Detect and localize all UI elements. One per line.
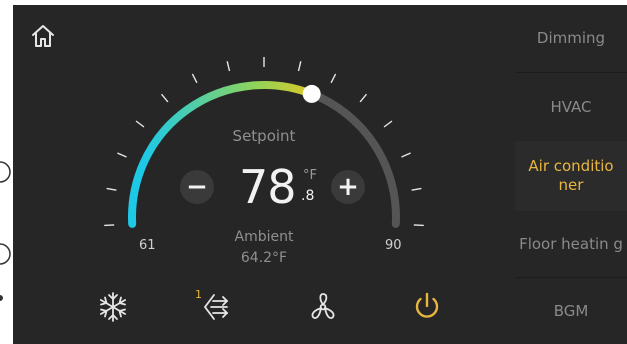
fan-speed-icon [203,294,229,320]
fan-mode-button[interactable] [305,289,341,325]
sidebar-item-label: BGM [553,301,589,320]
gauge-tick [160,93,169,103]
sidebar-item-dimming[interactable]: Dimming [515,5,627,72]
gauge-min-label: 61 [139,238,156,253]
gauge-max-label: 90 [385,238,402,253]
gauge-tick [117,152,127,158]
gauge-tick [401,152,411,158]
setpoint-decimal: .8 [301,188,315,204]
temperature-unit: °F [303,168,317,183]
power-button[interactable] [409,289,445,325]
setpoint-value: 78 °F .8 [239,157,329,217]
gauge-tick [191,73,198,84]
thermostat-panel: Setpoint − 78 °F .8 + Ambient 64.2°F 61 … [13,5,515,344]
sidebar-item-bgm[interactable]: BGM [515,278,627,344]
left-edge-partial-dot [0,292,12,304]
left-edge-partial-control [0,160,12,184]
sidebar-item-label: HVAC [550,97,592,116]
sidebar-item-label: Floor heatin g [519,234,623,253]
snowflake-icon [100,292,127,322]
setpoint-label: Setpoint [232,127,296,145]
sidebar-item-label: Dimming [536,29,606,47]
mode-button[interactable] [95,289,131,325]
decrease-button[interactable]: − [180,170,214,204]
setpoint-knob[interactable] [302,84,321,103]
gauge-tick [226,61,231,72]
plus-icon: + [337,172,359,202]
increase-button[interactable]: + [331,170,365,204]
gauge-tick [411,187,422,191]
gauge-tick [104,224,115,227]
gauge-tick [413,224,424,227]
sidebar-item-air-conditioner[interactable]: Air conditio ner [515,141,627,211]
sidebar: Dimming HVAC Air conditio ner Floor heat… [515,5,627,344]
fan-icon [311,293,335,320]
minus-icon: − [186,172,208,202]
ambient-label: Ambient [234,229,294,245]
sidebar-item-floor-heating[interactable]: Floor heatin g [515,211,627,277]
sidebar-item-hvac[interactable]: HVAC [515,73,627,141]
power-icon [415,292,439,318]
sidebar-item-label: Air conditio ner [528,157,614,194]
fan-speed-button[interactable] [199,289,235,325]
ambient-value: 64.2°F [240,250,288,266]
left-edge-partial-control [0,242,12,266]
gauge-tick [330,73,337,84]
setpoint-integer: 78 [239,160,297,214]
gauge-tick [297,61,302,72]
gauge-tick [359,93,368,103]
gauge-tick [106,187,117,191]
